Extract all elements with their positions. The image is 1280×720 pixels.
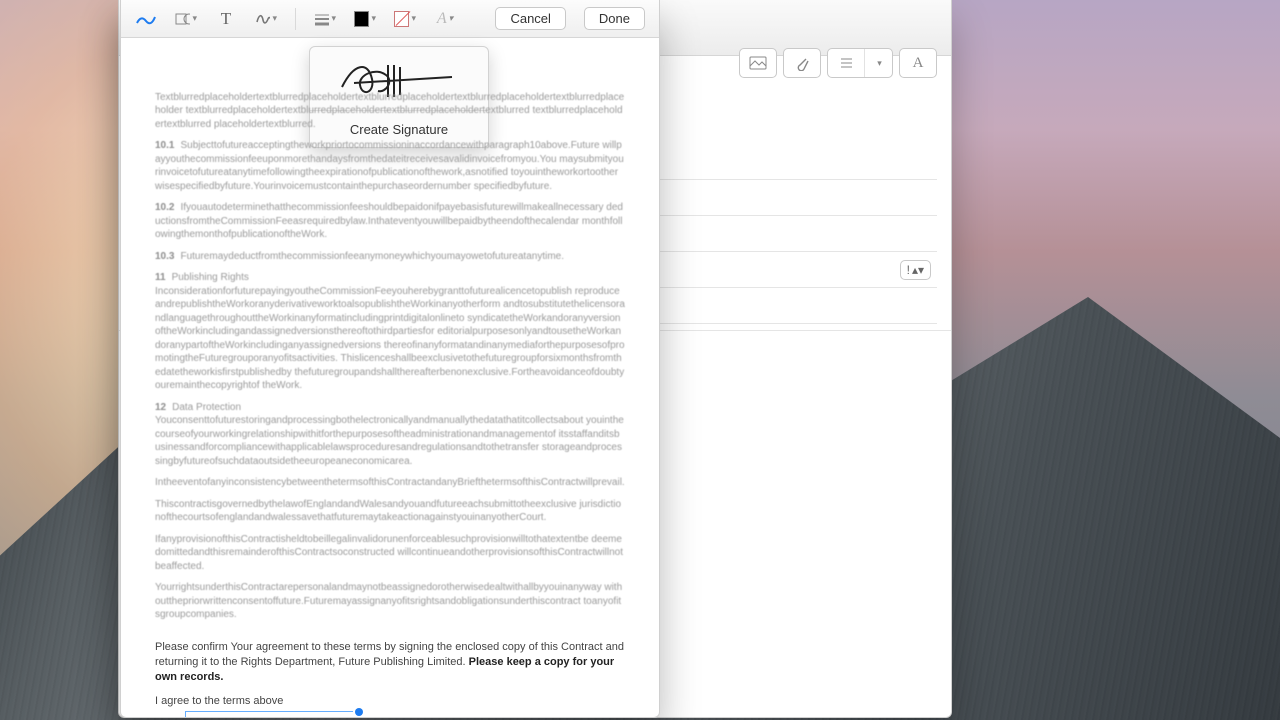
doc-confirm-text: Please confirm Your agreement to these t… xyxy=(155,640,625,685)
fill-none-icon xyxy=(394,11,409,27)
chevron-down-icon: ▾ xyxy=(449,13,454,24)
doc-paragraph: Intheeventofanyinconsistencybetweenthete… xyxy=(155,476,625,490)
doc-paragraph: 10.1Subjecttofutureacceptingtheworkprior… xyxy=(155,139,625,193)
textstyle-tool[interactable]: A ▾ xyxy=(434,10,456,28)
chevron-down-icon: ▾ xyxy=(411,13,416,24)
chevron-down-icon: ▾ xyxy=(192,13,197,24)
done-button[interactable]: Done xyxy=(584,7,645,30)
attach-icon xyxy=(784,49,820,77)
cancel-button[interactable]: Cancel xyxy=(495,7,565,30)
sign-tool[interactable]: ▾ xyxy=(255,12,277,26)
mail-list-button[interactable]: ▾ xyxy=(827,48,893,78)
doc-paragraph: 10.3Futuremaydeductfromthecommissionfeea… xyxy=(155,250,625,264)
doc-paragraph: 11Publishing RightsInconsiderationforfut… xyxy=(155,271,625,393)
shapes-tool[interactable]: ▾ xyxy=(175,11,197,27)
mail-image-button[interactable] xyxy=(739,48,777,78)
chevron-down-icon: ▾ xyxy=(371,13,376,24)
priority-icon: ! xyxy=(907,263,910,277)
sketch-tool[interactable] xyxy=(135,11,157,27)
doc-paragraph: Textblurredplaceholdertextblurredplaceho… xyxy=(155,91,625,132)
doc-paragraph: 12Data ProtectionYouconsenttofuturestori… xyxy=(155,401,625,469)
list-icon xyxy=(828,49,864,77)
doc-paragraph: 10.2Ifyouautodeterminethatthecommissionf… xyxy=(155,201,625,242)
text-tool[interactable]: T xyxy=(215,9,237,29)
signature-selection[interactable] xyxy=(185,711,358,717)
fillcolor-tool[interactable]: ▾ xyxy=(394,11,416,27)
markup-window: ▾ T ▾ ▾ ▾ ▾ A ▾ Cance xyxy=(120,0,660,718)
toolbar-divider xyxy=(295,8,296,30)
doc-paragraph: ThiscontractisgovernedbythelawofEnglanda… xyxy=(155,498,625,525)
inserted-signature-icon xyxy=(180,710,370,717)
document-viewport[interactable]: - Future Publishing Limited Textblurredp… xyxy=(121,38,659,717)
font-icon: A xyxy=(900,49,936,77)
markup-toolbar: ▾ T ▾ ▾ ▾ ▾ A ▾ Cance xyxy=(121,0,659,38)
chevron-down-icon: ▾ xyxy=(331,13,336,24)
color-swatch-black xyxy=(354,11,369,27)
list-dropdown-icon: ▾ xyxy=(864,49,892,77)
doc-paragraph: IfanyprovisionofthisContractisheldtobeil… xyxy=(155,533,625,574)
doc-paragraph: YourrightsunderthisContractarepersonalan… xyxy=(155,581,625,622)
mail-attach-button[interactable] xyxy=(783,48,821,78)
doc-agree-label: I agree to the terms above xyxy=(155,694,625,709)
desktop-background: ontract ▾ xyxy=(0,0,1280,720)
priority-selector[interactable]: ! ▴▾ xyxy=(900,260,931,280)
lineweight-tool[interactable]: ▾ xyxy=(314,12,336,26)
strokecolor-tool[interactable]: ▾ xyxy=(354,11,376,27)
chevron-down-icon: ▾ xyxy=(272,13,277,24)
document-page: - Future Publishing Limited Textblurredp… xyxy=(155,66,625,717)
image-icon xyxy=(740,49,776,77)
mail-font-button[interactable]: A xyxy=(899,48,937,78)
